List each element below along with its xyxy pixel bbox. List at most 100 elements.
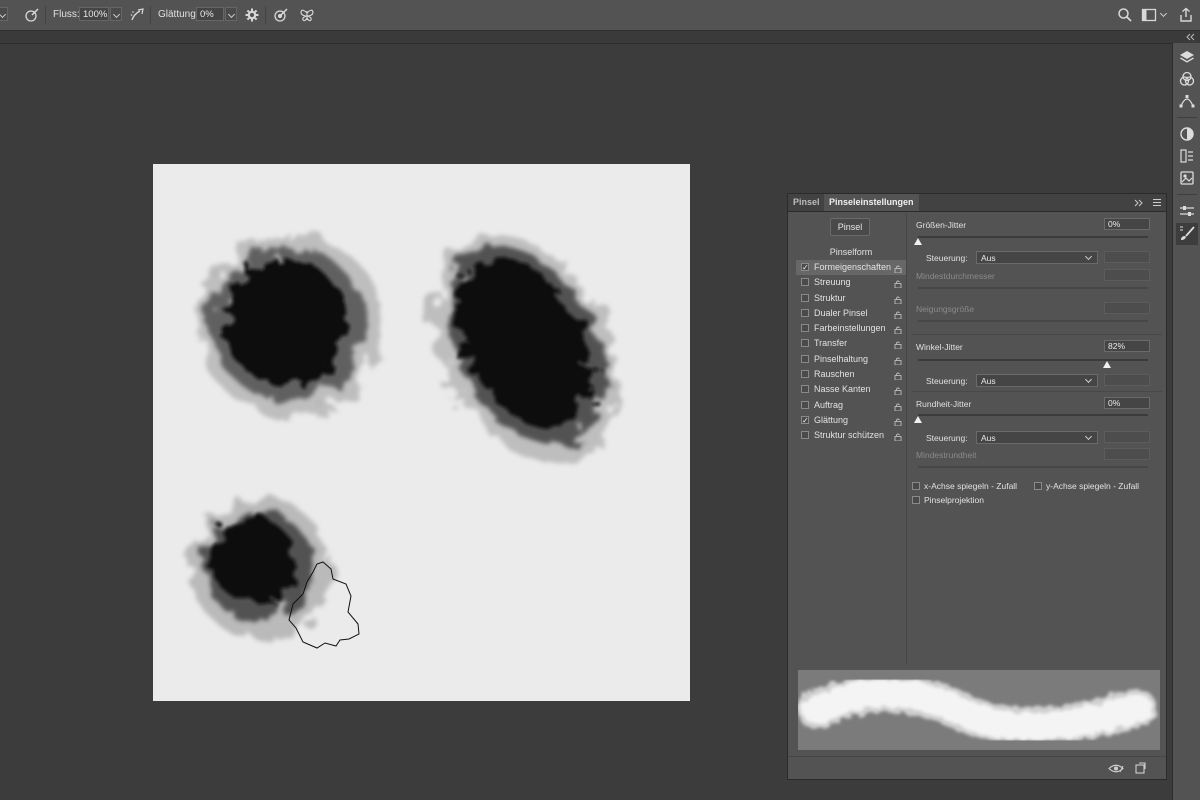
- lock-icon[interactable]: [894, 401, 902, 412]
- brush-setting-checkbox[interactable]: [801, 339, 809, 348]
- brush-setting-label[interactable]: Farbeinstellungen: [814, 321, 886, 336]
- create-new-brush-icon[interactable]: [1134, 762, 1146, 774]
- tab-brush-settings[interactable]: Pinseleinstellungen: [824, 194, 919, 211]
- channels-icon[interactable]: [1179, 71, 1195, 87]
- brush-presets-button[interactable]: Pinsel: [830, 218, 870, 236]
- flow-dropdown[interactable]: [110, 7, 122, 21]
- brush-setting-struktur[interactable]: Struktur: [796, 291, 906, 306]
- angle-jitter-thumb[interactable]: [1102, 361, 1111, 368]
- brush-panel-active-slot[interactable]: [1176, 223, 1198, 245]
- flow-input[interactable]: 100%: [79, 7, 109, 21]
- brush-setting-dualer-pinsel[interactable]: Dualer Pinsel: [796, 306, 906, 321]
- flip-x-checkbox[interactable]: [912, 482, 920, 490]
- adjustments-icon[interactable]: [1179, 126, 1195, 142]
- brush-setting-label[interactable]: Struktur schützen: [814, 428, 884, 443]
- workspace-dropdown[interactable]: [1158, 7, 1170, 21]
- layers-icon[interactable]: [1179, 49, 1195, 65]
- brush-setting-glättung[interactable]: Glättung: [796, 413, 906, 428]
- brush-projection-checkbox[interactable]: [912, 496, 920, 504]
- smoothing-input[interactable]: 0%: [196, 7, 224, 21]
- toggle-live-tip-preview-icon[interactable]: [1108, 763, 1124, 774]
- brush-stroke-preview: [797, 670, 1160, 750]
- brush-setting-checkbox[interactable]: [801, 293, 809, 302]
- roundness-jitter-input[interactable]: 0%: [1104, 397, 1150, 409]
- lock-icon[interactable]: [894, 294, 902, 305]
- angle-control-select[interactable]: Aus: [976, 374, 1098, 387]
- brush-setting-checkbox[interactable]: [801, 385, 809, 394]
- brush-setting-label[interactable]: Formeigenschaften: [814, 260, 891, 275]
- tool-preset-dropdown[interactable]: [0, 7, 8, 21]
- smoothing-dropdown[interactable]: [225, 7, 237, 21]
- brush-setting-label[interactable]: Rauschen: [814, 367, 855, 382]
- share-icon[interactable]: [1178, 7, 1194, 23]
- paths-icon[interactable]: [1179, 93, 1195, 109]
- brush-setting-formeigenschaften[interactable]: Formeigenschaften: [796, 260, 906, 276]
- gear-icon[interactable]: [244, 7, 260, 23]
- panel-menu-icon[interactable]: [1152, 198, 1162, 207]
- brush-setting-label[interactable]: Glättung: [814, 413, 848, 428]
- brush-setting-nasse-kanten[interactable]: Nasse Kanten: [796, 382, 906, 397]
- brush-setting-pinselhaltung[interactable]: Pinselhaltung: [796, 352, 906, 367]
- brush-setting-rauschen[interactable]: Rauschen: [796, 367, 906, 382]
- brush-setting-label[interactable]: Transfer: [814, 336, 847, 351]
- roundness-jitter-thumb[interactable]: [914, 416, 922, 423]
- brush-setting-label[interactable]: Streuung: [814, 275, 851, 290]
- angle-jitter-input[interactable]: 82%: [1104, 340, 1150, 352]
- flip-y-checkbox[interactable]: [1034, 482, 1042, 490]
- brush-tip-shape-heading[interactable]: Pinselform: [796, 247, 906, 257]
- brush-setting-label[interactable]: Pinselhaltung: [814, 352, 868, 367]
- brush-setting-checkbox[interactable]: [801, 413, 809, 428]
- panel-footer: [788, 756, 1166, 780]
- workspace-icon[interactable]: [1141, 7, 1157, 23]
- brush-setting-label[interactable]: Auftrag: [814, 398, 843, 413]
- lock-icon[interactable]: [894, 416, 902, 427]
- brush-setting-checkbox[interactable]: [801, 400, 809, 409]
- brush-setting-farbeinstellungen[interactable]: Farbeinstellungen: [796, 321, 906, 336]
- brush-setting-checkbox[interactable]: [801, 278, 809, 287]
- symmetry-butterfly-icon[interactable]: [299, 7, 315, 23]
- lock-icon[interactable]: [894, 385, 902, 396]
- properties-icon[interactable]: [1179, 148, 1195, 164]
- brush-setting-checkbox[interactable]: [801, 308, 809, 317]
- search-icon[interactable]: [1117, 7, 1133, 23]
- brush-setting-transfer[interactable]: Transfer: [796, 336, 906, 351]
- brush-setting-streuung[interactable]: Streuung: [796, 275, 906, 290]
- brush-setting-checkbox[interactable]: [801, 260, 809, 275]
- panel-collapse-icon[interactable]: [1134, 199, 1144, 207]
- pressure-size-icon[interactable]: [273, 7, 289, 23]
- roundness-control-select[interactable]: Aus: [976, 431, 1098, 444]
- lock-icon[interactable]: [894, 278, 902, 289]
- size-jitter-thumb[interactable]: [914, 238, 922, 245]
- lock-icon[interactable]: [894, 309, 902, 320]
- brush-setting-checkbox[interactable]: [801, 354, 809, 363]
- brush-setting-label[interactable]: Dualer Pinsel: [814, 306, 868, 321]
- brush-setting-auftrag[interactable]: Auftrag: [796, 398, 906, 413]
- brush-setting-label[interactable]: Nasse Kanten: [814, 382, 871, 397]
- brush-mode-icon[interactable]: [24, 7, 40, 23]
- collapse-chevrons-icon[interactable]: [1186, 33, 1196, 41]
- tilt-scale-label: Neigungsgröße: [916, 304, 975, 314]
- lock-icon[interactable]: [894, 370, 902, 381]
- size-jitter-input[interactable]: 0%: [1104, 218, 1150, 230]
- roundness-jitter-slider[interactable]: [918, 414, 1148, 416]
- brush-setting-checkbox[interactable]: [801, 431, 809, 440]
- lock-icon[interactable]: [894, 339, 902, 350]
- brush-icon[interactable]: [1179, 226, 1195, 242]
- brush-setting-checkbox[interactable]: [801, 370, 809, 379]
- size-control-extra-field: [1104, 251, 1150, 263]
- angle-jitter-slider[interactable]: [918, 359, 1148, 361]
- libraries-icon[interactable]: [1179, 170, 1195, 186]
- airbrush-icon[interactable]: [129, 7, 145, 23]
- size-control-select[interactable]: Aus: [976, 251, 1098, 264]
- lock-icon[interactable]: [894, 324, 902, 335]
- lock-icon[interactable]: [894, 355, 902, 366]
- lock-icon[interactable]: [894, 431, 902, 442]
- brush-setting-checkbox[interactable]: [801, 324, 809, 333]
- brush-settings-sliders-icon[interactable]: [1179, 203, 1195, 219]
- lock-icon[interactable]: [894, 263, 902, 274]
- document-canvas[interactable]: [153, 164, 690, 701]
- tab-brushes[interactable]: Pinsel: [788, 194, 825, 211]
- size-jitter-slider[interactable]: [918, 236, 1148, 238]
- brush-setting-label[interactable]: Struktur: [814, 291, 846, 306]
- brush-setting-struktur-schützen[interactable]: Struktur schützen: [796, 428, 906, 443]
